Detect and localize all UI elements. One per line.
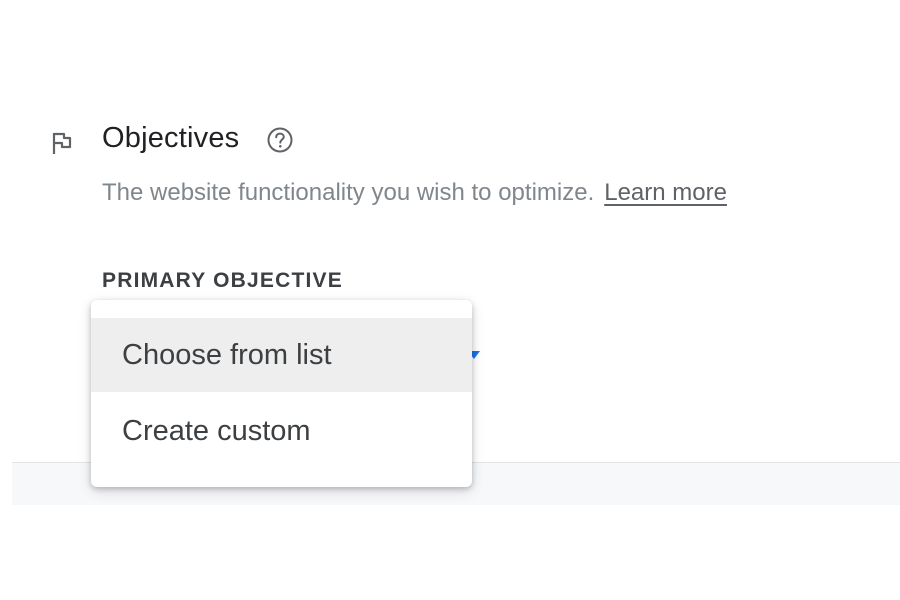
description-text: The website functionality you wish to op… <box>102 179 595 206</box>
section-title: Objectives <box>102 122 240 154</box>
menu-item-choose-from-list[interactable]: Choose from list <box>91 318 472 392</box>
menu-item-create-custom[interactable]: Create custom <box>91 394 472 468</box>
flag-icon <box>52 132 72 154</box>
help-circle-icon[interactable] <box>266 126 294 154</box>
primary-objective-dropdown-menu: Choose from list Create custom <box>91 300 472 487</box>
objectives-page: Objectives The website functionality you… <box>0 0 900 600</box>
section-description: The website functionality you wish to op… <box>102 176 727 210</box>
learn-more-link[interactable]: Learn more <box>604 179 727 206</box>
primary-objective-label: PRIMARY OBJECTIVE <box>102 269 343 292</box>
